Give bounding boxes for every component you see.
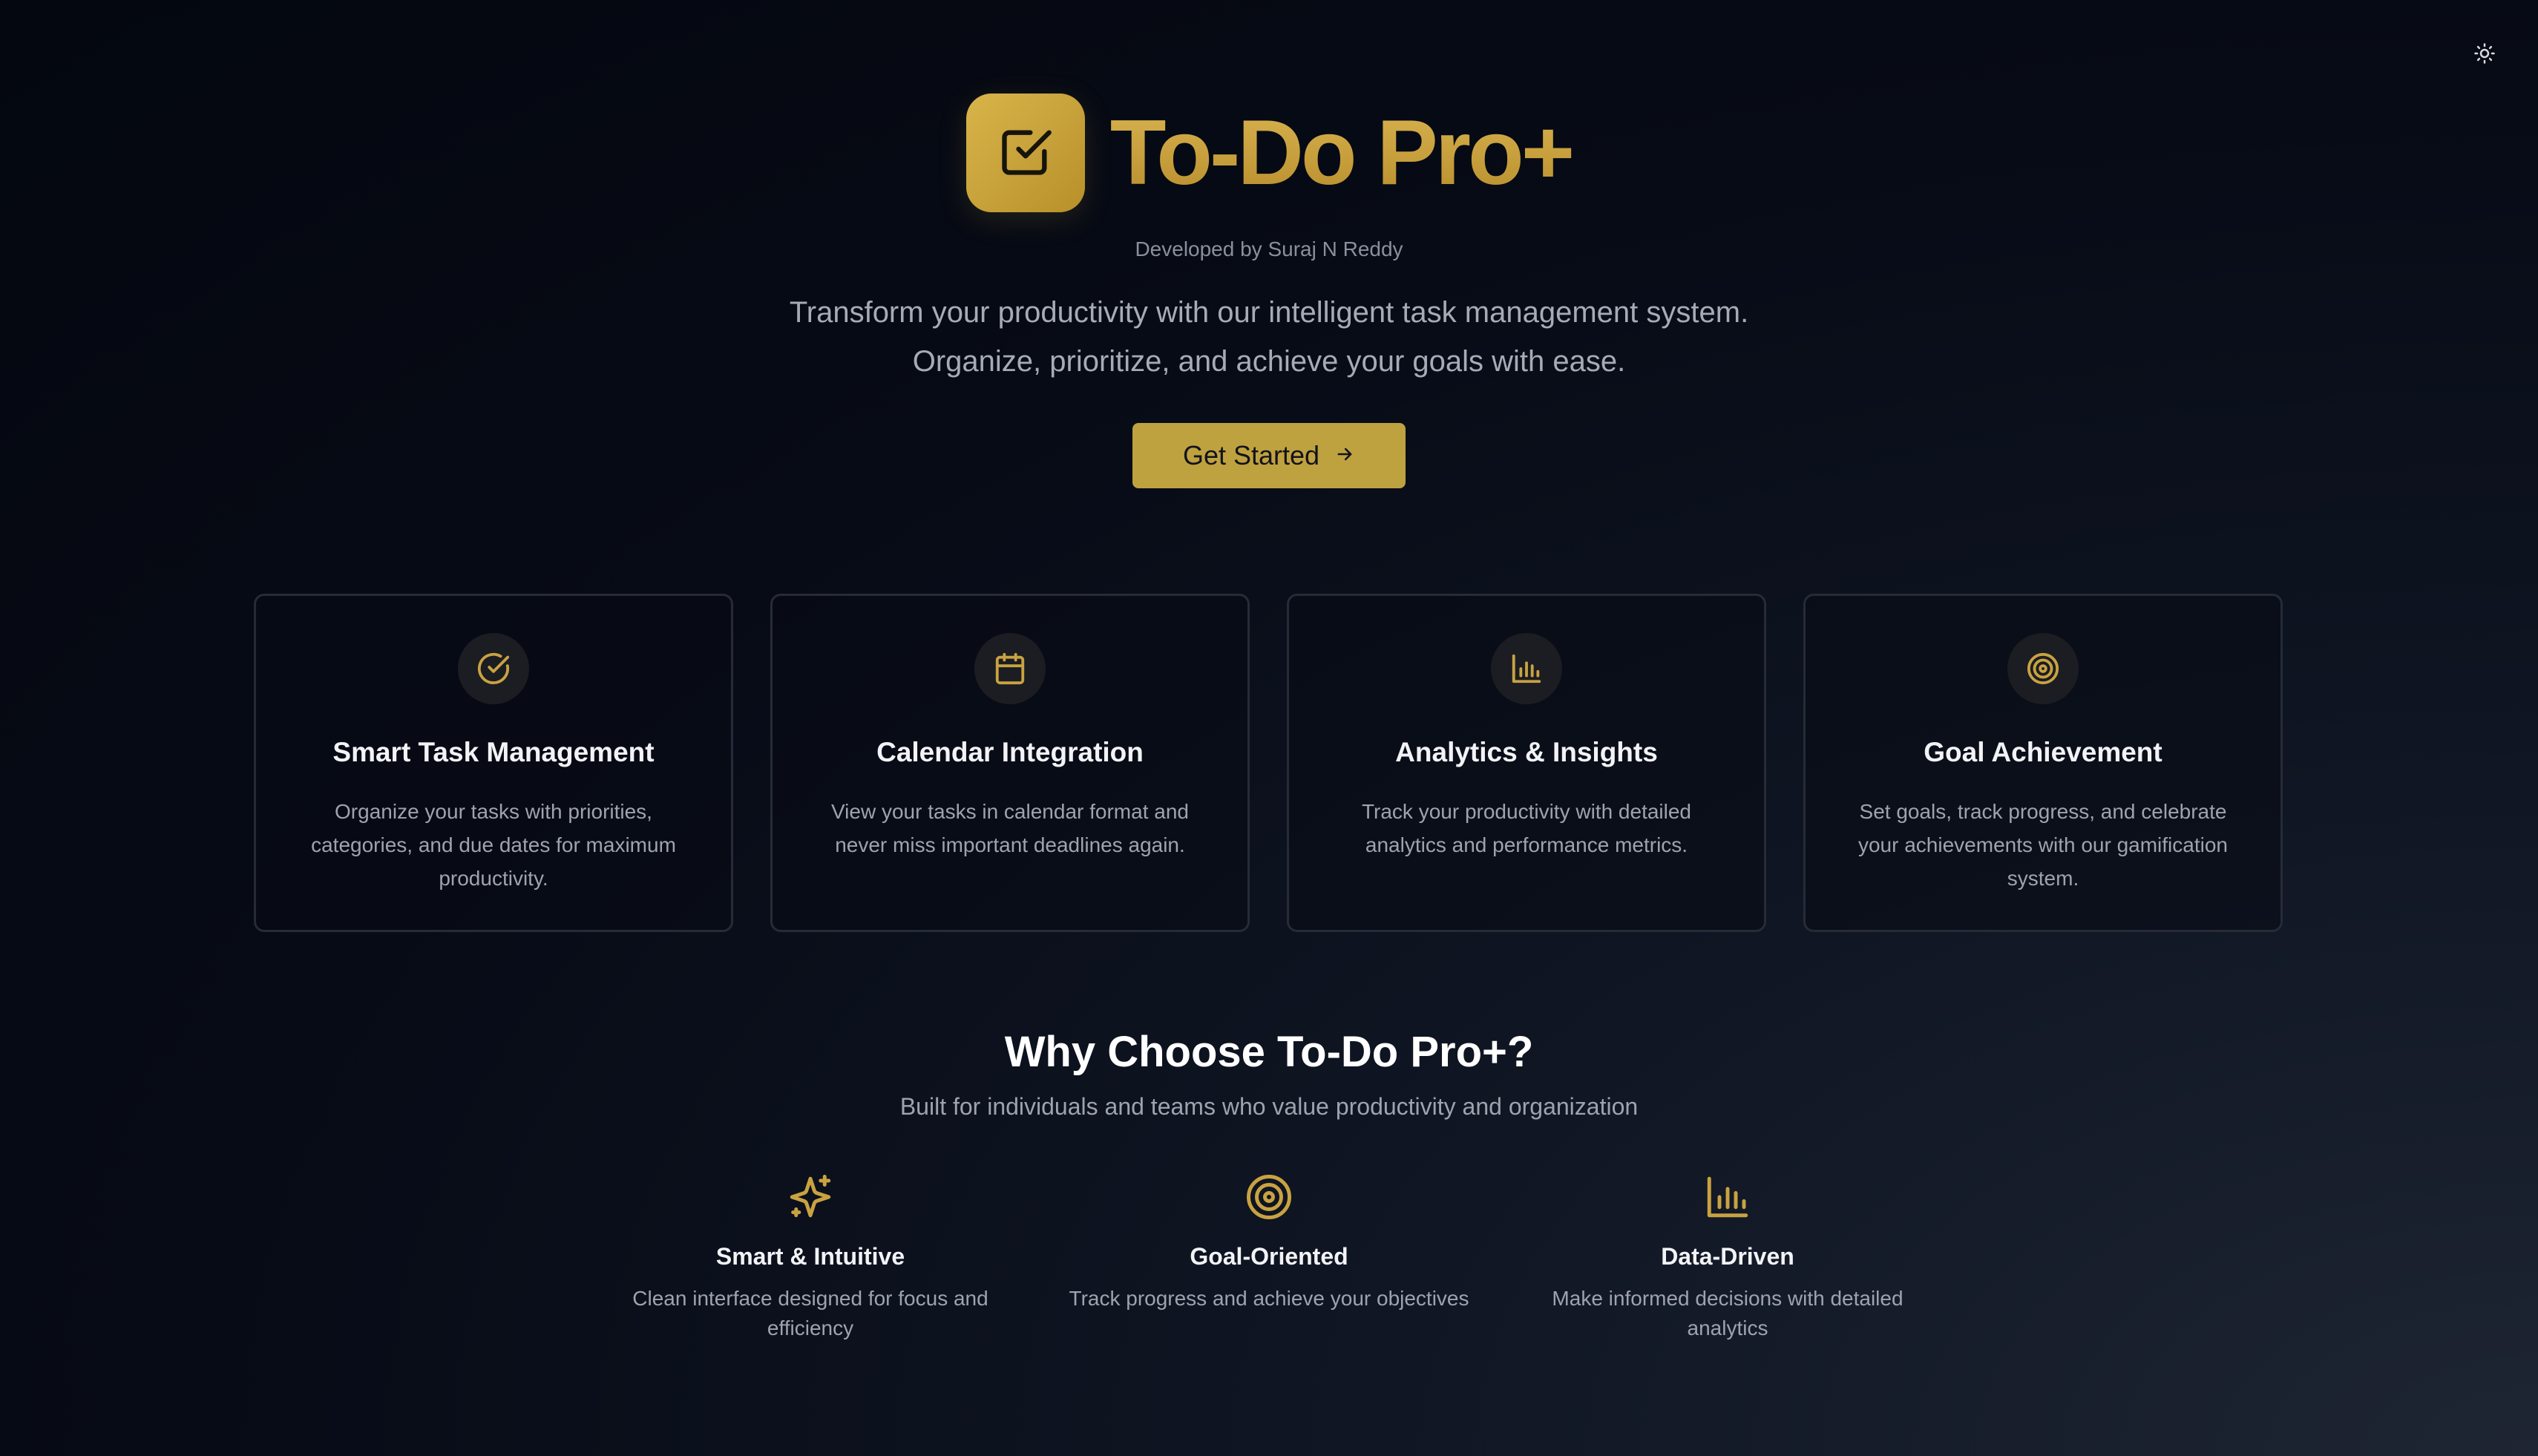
feature-card-task-management: Smart Task Management Organize your task… [254, 594, 733, 932]
tagline-line-1: Transform your productivity with our int… [789, 296, 1749, 329]
tagline: Transform your productivity with our int… [790, 288, 1748, 386]
feature-description: Organize your tasks with priorities, cat… [311, 800, 676, 890]
why-section: Why Choose To-Do Pro+? Built for individ… [0, 1027, 2538, 1121]
benefit-description: Clean interface designed for focus and e… [632, 1287, 988, 1339]
get-started-button[interactable]: Get Started [1132, 423, 1406, 488]
target-icon [2007, 633, 2079, 704]
app-title: To-Do Pro+ [1109, 102, 1575, 204]
hero-section: To-Do Pro+ Developed by Suraj N Reddy Tr… [0, 94, 2538, 488]
developer-credit: Developed by Suraj N Reddy [1135, 237, 1403, 260]
benefit-title: Smart & Intuitive [715, 1243, 905, 1270]
logo-row: To-Do Pro+ [965, 94, 1575, 212]
target-icon [1245, 1173, 1293, 1225]
bar-chart-icon [1703, 1173, 1752, 1225]
benefit-description: Track progress and achieve your objectiv… [1069, 1287, 1469, 1310]
sparkles-icon [786, 1173, 835, 1225]
check-circle-icon [458, 633, 529, 704]
feature-description: View your tasks in calendar format and n… [831, 800, 1189, 856]
feature-description: Track your productivity with detailed an… [1361, 800, 1692, 856]
feature-title: Calendar Integration [876, 737, 1144, 767]
features-grid: Smart Task Management Organize your task… [254, 594, 2284, 932]
benefit-title: Data-Driven [1661, 1243, 1794, 1270]
feature-title: Goal Achievement [1924, 737, 2162, 767]
benefit-smart: Smart & Intuitive Clean interface design… [603, 1173, 1018, 1343]
sun-icon [2473, 42, 2496, 68]
get-started-label: Get Started [1182, 440, 1320, 470]
feature-card-analytics: Analytics & Insights Track your producti… [1287, 594, 1766, 932]
app-logo [965, 94, 1085, 212]
why-title: Why Choose To-Do Pro+? [1004, 1028, 1534, 1076]
arrow-right-icon [1334, 440, 1355, 471]
feature-card-goals: Goal Achievement Set goals, track progre… [1803, 594, 2283, 932]
benefit-description: Make informed decisions with detailed an… [1552, 1287, 1904, 1339]
feature-description: Set goals, track progress, and celebrate… [1857, 800, 2228, 890]
tagline-line-2: Organize, prioritize, and achieve your g… [912, 345, 1626, 378]
checkbox-icon [997, 123, 1054, 183]
benefit-title: Goal-Oriented [1190, 1243, 1348, 1270]
theme-toggle-button[interactable] [2468, 39, 2501, 71]
benefit-data-driven: Data-Driven Make informed decisions with… [1520, 1173, 1935, 1343]
feature-title: Analytics & Insights [1395, 737, 1658, 767]
why-subtitle: Built for individuals and teams who valu… [899, 1093, 1639, 1120]
benefit-goal-oriented: Goal-Oriented Track progress and achieve… [1061, 1173, 1477, 1314]
feature-title: Smart Task Management [332, 737, 655, 767]
feature-card-calendar: Calendar Integration View your tasks in … [770, 594, 1250, 932]
calendar-icon [974, 633, 1046, 704]
bar-chart-icon [1491, 633, 1562, 704]
